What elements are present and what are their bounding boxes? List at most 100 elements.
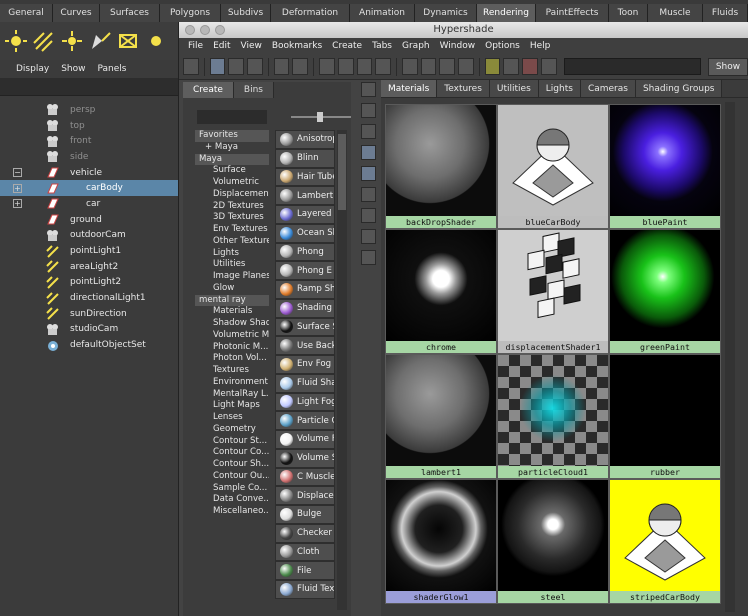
top-bottom-layout-icon[interactable] bbox=[209, 58, 226, 75]
zoom-window-button[interactable] bbox=[215, 25, 225, 35]
outliner-item-carbody[interactable]: + carBody bbox=[0, 180, 182, 197]
outliner-item-car[interactable]: + car bbox=[0, 196, 182, 212]
menu-options[interactable]: Options bbox=[485, 38, 520, 54]
create-node-layered-shader[interactable]: Layered Shader bbox=[275, 205, 335, 224]
menu-edit[interactable]: Edit bbox=[213, 38, 230, 54]
outliner-menu-show[interactable]: Show bbox=[61, 60, 85, 78]
expand-toggle-icon[interactable]: + bbox=[13, 199, 22, 209]
large-icons-icon[interactable] bbox=[360, 166, 376, 181]
create-node-cloth[interactable]: Cloth bbox=[275, 542, 335, 562]
tab-create[interactable]: Create bbox=[183, 82, 234, 98]
outliner-item-outdoorcam[interactable]: outdoorCam bbox=[0, 228, 182, 244]
tree-item-miscellaneo[interactable]: Miscellaneo... bbox=[195, 506, 269, 518]
create-node-ocean-shader[interactable]: Ocean Shader bbox=[275, 223, 335, 243]
create-filter-input[interactable] bbox=[197, 110, 267, 124]
tree-item-env-textures[interactable]: Env Textures bbox=[195, 224, 269, 236]
graph-materials-icon[interactable] bbox=[273, 58, 290, 75]
outliner-menu-display[interactable]: Display bbox=[16, 60, 49, 78]
tree-item-mental-ray[interactable]: mental ray bbox=[195, 294, 269, 307]
node-list-scrollbar[interactable] bbox=[337, 130, 347, 610]
create-new-tab-icon[interactable] bbox=[360, 82, 376, 97]
outliner-item-pointlight2[interactable]: pointLight2 bbox=[0, 275, 182, 291]
shelf-tab-animation[interactable]: Animation bbox=[350, 4, 415, 22]
create-node-shading-map[interactable]: Shading Map bbox=[275, 298, 335, 318]
render-view-icon[interactable] bbox=[522, 58, 538, 75]
spot-light-icon[interactable] bbox=[88, 29, 112, 53]
tree-item-light-maps[interactable]: Light Maps bbox=[195, 400, 269, 412]
shelf-tab-deformation[interactable]: Deformation bbox=[271, 4, 350, 22]
material-swatch-bluecarbody[interactable]: blueCarBody bbox=[497, 104, 609, 229]
toggle-create-bar-icon[interactable] bbox=[183, 58, 199, 75]
material-swatch-lambert1[interactable]: lambert1 bbox=[385, 354, 497, 479]
outliner-item-studiocam[interactable]: studioCam bbox=[0, 322, 182, 338]
tree-item-favorites[interactable]: Favorites bbox=[195, 130, 269, 142]
tree-item-environment[interactable]: Environment bbox=[195, 377, 269, 389]
create-node-c-muscle-shader[interactable]: C Muscle Shader bbox=[275, 467, 335, 487]
tab-materials[interactable]: Materials bbox=[381, 80, 438, 97]
next-graph-icon[interactable] bbox=[420, 58, 437, 75]
tree-item-2d-textures[interactable]: 2D Textures bbox=[195, 201, 269, 213]
outliner-item-persp[interactable]: persp bbox=[0, 102, 182, 118]
create-node-phong-e[interactable]: Phong E bbox=[275, 261, 335, 280]
menu-create[interactable]: Create bbox=[332, 38, 362, 54]
tree-item-photon-vol[interactable]: Photon Vol... bbox=[195, 353, 269, 365]
tree-item-shadow-shaders[interactable]: Shadow Shaders bbox=[195, 318, 269, 330]
tree-item-contour-sh[interactable]: Contour Sh... bbox=[195, 459, 269, 471]
shelf-tab-dynamics[interactable]: Dynamics bbox=[415, 4, 477, 22]
ipr-render-icon[interactable] bbox=[540, 58, 557, 75]
create-node-use-background[interactable]: Use Background bbox=[275, 336, 335, 355]
tree-item-materials[interactable]: Materials bbox=[195, 306, 269, 318]
tree-item-contour-co[interactable]: Contour Co... bbox=[195, 447, 269, 459]
tree-item-utilities[interactable]: Utilities bbox=[195, 259, 269, 271]
material-swatch-chrome[interactable]: chrome bbox=[385, 229, 497, 354]
create-node-anisotropic[interactable]: Anisotropic bbox=[275, 130, 335, 149]
create-node-phong[interactable]: Phong bbox=[275, 242, 335, 262]
material-swatch-stripedcarbody[interactable]: stripedCarBody bbox=[609, 479, 721, 604]
shelf-tab-subdivs[interactable]: Subdivs bbox=[221, 4, 271, 22]
shelf-tab-curves[interactable]: Curves bbox=[53, 4, 100, 22]
shelf-tab-muscle[interactable]: Muscle bbox=[648, 4, 703, 22]
outliner-item-directionallight1[interactable]: directionalLight1 bbox=[0, 290, 182, 306]
volume-light-icon[interactable] bbox=[144, 29, 168, 53]
list-view-icon[interactable] bbox=[360, 229, 376, 244]
color-swatch-icon[interactable] bbox=[360, 250, 376, 265]
clear-graph-icon[interactable] bbox=[292, 58, 309, 75]
shelf-tab-fluids[interactable]: Fluids bbox=[703, 4, 748, 22]
tree-item-glow[interactable]: Glow bbox=[195, 283, 269, 295]
close-window-button[interactable] bbox=[185, 25, 195, 35]
outliner-item-pointlight1[interactable]: pointLight1 bbox=[0, 243, 182, 259]
bottom-tabs-only-icon[interactable] bbox=[247, 58, 263, 75]
material-swatch-shaderglow1[interactable]: shaderGlow1 bbox=[385, 479, 497, 604]
menu-tabs[interactable]: Tabs bbox=[372, 38, 392, 54]
create-node-env-fog[interactable]: Env Fog bbox=[275, 355, 335, 374]
menu-bookmarks[interactable]: Bookmarks bbox=[272, 38, 322, 54]
tree-item-lenses[interactable]: Lenses bbox=[195, 412, 269, 424]
material-swatch-greenpaint[interactable]: greenPaint bbox=[609, 229, 721, 354]
graph-up-downstream-icon[interactable] bbox=[337, 58, 354, 75]
input-output-icon[interactable] bbox=[503, 58, 520, 75]
tree-item-contour-st[interactable]: Contour St... bbox=[195, 436, 269, 448]
shelf-tab-painteffects[interactable]: PaintEffects bbox=[536, 4, 609, 22]
outliner-item-arealight2[interactable]: areaLight2 bbox=[0, 259, 182, 275]
minimize-window-button[interactable] bbox=[200, 25, 210, 35]
point-light-icon[interactable] bbox=[60, 29, 84, 53]
material-swatch-displacementshader1[interactable]: displacementShader1 bbox=[497, 229, 609, 354]
tab-utilities[interactable]: Utilities bbox=[489, 80, 539, 97]
outliner-item-side[interactable]: side bbox=[0, 149, 182, 165]
outliner-item-front[interactable]: front bbox=[0, 133, 182, 149]
tree-item-lights[interactable]: Lights bbox=[195, 248, 269, 260]
create-node-volume-fog[interactable]: Volume Fog bbox=[275, 430, 335, 449]
expand-toggle-icon[interactable]: + bbox=[13, 183, 22, 193]
graph-view-icon[interactable] bbox=[360, 103, 376, 118]
tree-item-image-planes[interactable]: Image Planes bbox=[195, 271, 269, 283]
create-node-lambert[interactable]: Lambert bbox=[275, 186, 335, 205]
hypershade-search-input[interactable] bbox=[563, 58, 701, 75]
menu-view[interactable]: View bbox=[241, 38, 262, 54]
tree-item-other-textures[interactable]: Other Textures bbox=[195, 236, 269, 248]
tab-bins[interactable]: Bins bbox=[233, 82, 274, 98]
directional-light-icon[interactable] bbox=[32, 29, 56, 53]
slider-knob[interactable] bbox=[317, 112, 323, 122]
scrollbar-thumb[interactable] bbox=[338, 134, 346, 210]
outliner-menu-panels[interactable]: Panels bbox=[97, 60, 126, 78]
create-node-checker[interactable]: Checker bbox=[275, 523, 335, 543]
